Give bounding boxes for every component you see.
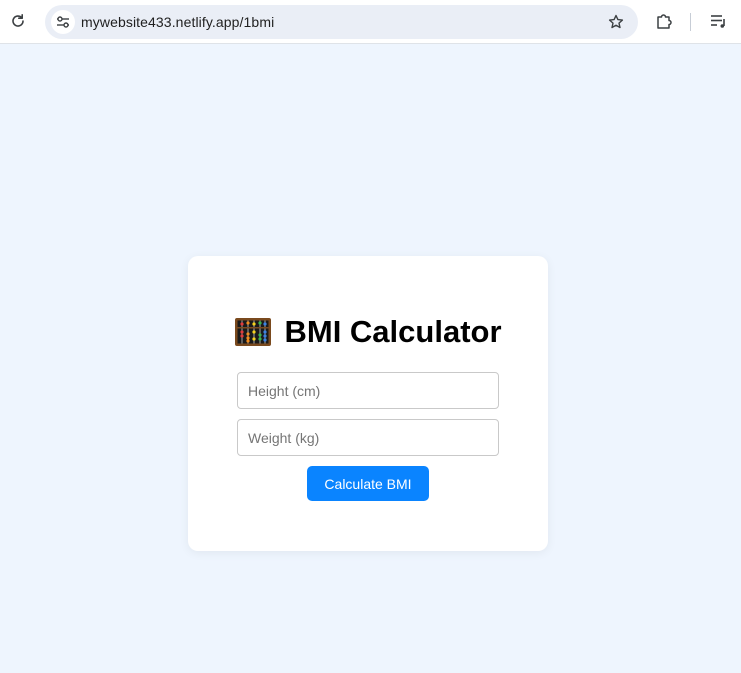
title-row: BMI Calculator (188, 312, 548, 352)
abacus-icon (235, 318, 272, 346)
reload-icon[interactable] (8, 11, 28, 31)
height-input[interactable] (237, 372, 499, 409)
bmi-card: BMI Calculator Calculate BMI (188, 256, 548, 551)
address-bar[interactable]: mywebsite433.netlify.app/1bmi (45, 5, 638, 39)
calculate-bmi-button[interactable]: Calculate BMI (307, 466, 429, 501)
browser-toolbar: mywebsite433.netlify.app/1bmi (0, 0, 741, 44)
playlist-icon[interactable] (708, 11, 728, 31)
tune-icon[interactable] (51, 10, 75, 34)
page-title: BMI Calculator (284, 314, 502, 349)
toolbar-divider (690, 13, 691, 31)
star-icon[interactable] (606, 12, 626, 32)
weight-input[interactable] (237, 419, 499, 456)
puzzle-icon[interactable] (654, 11, 674, 31)
url-text[interactable]: mywebsite433.netlify.app/1bmi (81, 14, 274, 30)
